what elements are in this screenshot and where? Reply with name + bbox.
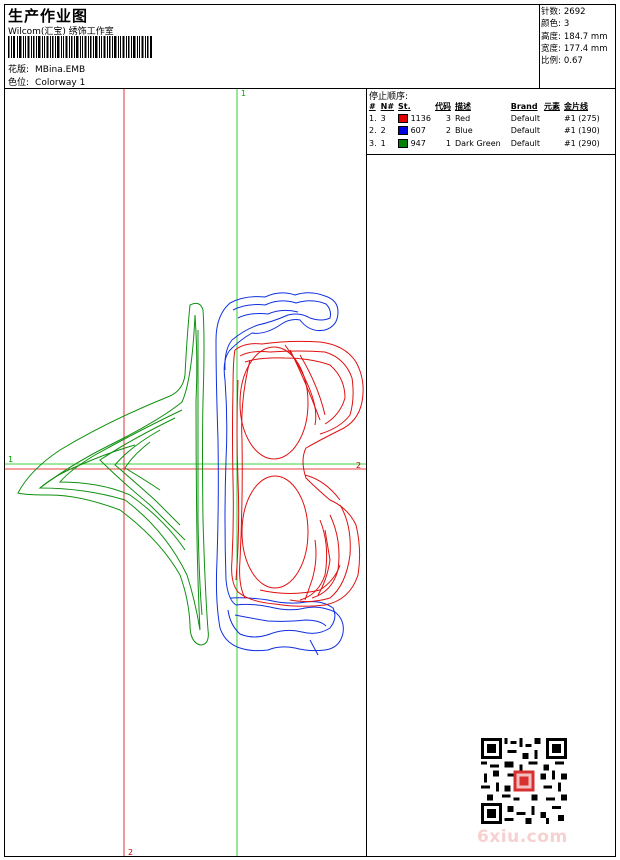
row-index: 1. — [369, 113, 377, 123]
axis-label-h2: 2 — [356, 461, 361, 470]
row-code: 3 — [445, 113, 451, 123]
row-stitch-count: 947 — [410, 138, 426, 148]
row-stitches: 607 — [396, 125, 433, 138]
colorway-label: 色位: — [8, 78, 30, 88]
red-glasses-stitches — [231, 340, 364, 607]
colorway-row: 色位: Colorway 1 — [8, 75, 85, 88]
table-row: 1. 3 1136 3 Red Default #1 (275) — [367, 112, 602, 125]
col-index: # — [369, 101, 376, 111]
width-label: 宽度: — [541, 43, 561, 54]
row-desc: Dark Green — [454, 138, 501, 148]
qr-code — [481, 738, 567, 824]
sequence-divider — [366, 154, 616, 155]
design-value: MBina.EMB — [35, 65, 86, 75]
col-needle: N# — [380, 101, 395, 111]
row-brand: Default — [510, 126, 540, 136]
height-label: 高度: — [541, 31, 561, 42]
watermark: 6xiu.com — [477, 827, 568, 847]
stitches-value: 2692 — [563, 7, 586, 17]
row-element: #1 (190) — [563, 126, 600, 136]
row-stitches: 947 — [396, 137, 433, 150]
row-needle: 1 — [380, 138, 386, 148]
width-value: 177.4 mm — [563, 43, 608, 54]
blue-border-stitches — [215, 292, 344, 656]
axis-label-h1: 1 — [8, 455, 13, 464]
row-element-spacer — [542, 137, 562, 150]
design-name-row: 花版: MBina.EMB — [8, 62, 85, 75]
embroidery-design-canvas: 1 2 1 2 — [5, 89, 366, 856]
col-element: 元素 — [543, 101, 560, 111]
color-swatch — [398, 113, 409, 123]
col-desc: 描述 — [454, 101, 471, 111]
table-header-row: # N# St. 代码 描述 Brand 元素 金片线 — [367, 100, 602, 112]
row-brand: Default — [510, 138, 540, 148]
colors-value: 3 — [563, 19, 570, 30]
height-value: 184.7 mm — [563, 31, 608, 42]
row-element: #1 (290) — [563, 138, 600, 148]
axis-label-v1: 1 — [241, 89, 246, 98]
axis-label-v2: 2 — [128, 848, 133, 856]
table-row: 3. 1 947 1 Dark Green Default #1 (290) — [367, 137, 602, 150]
barcode — [8, 36, 152, 58]
scale-label: 比例: — [541, 56, 561, 67]
green-branch-stitches — [17, 302, 209, 646]
panel-divider — [366, 88, 367, 857]
colorway-value: Colorway 1 — [35, 78, 86, 88]
color-swatch — [398, 138, 409, 148]
stitches-label: 针数: — [541, 7, 561, 17]
design-label: 花版: — [8, 65, 30, 75]
row-brand: Default — [510, 113, 540, 123]
col-sequin: 金片线 — [563, 101, 588, 111]
scale-value: 0.67 — [563, 56, 583, 67]
stats-divider — [539, 4, 540, 88]
color-swatch — [398, 126, 409, 136]
col-code: 代码 — [434, 101, 451, 111]
row-index: 3. — [369, 138, 377, 148]
row-stitch-count: 1136 — [410, 113, 431, 123]
row-desc: Red — [454, 113, 471, 123]
table-row: 2. 2 607 2 Blue Default #1 (190) — [367, 125, 602, 138]
row-desc: Blue — [454, 126, 473, 136]
row-stitch-count: 607 — [410, 126, 426, 136]
row-code: 2 — [445, 126, 451, 136]
row-stitches: 1136 — [396, 112, 433, 125]
row-element-spacer — [542, 112, 562, 125]
page-title: 生产作业图 — [8, 7, 89, 25]
row-code: 1 — [445, 138, 451, 148]
stop-sequence-table: # N# St. 代码 描述 Brand 元素 金片线 1. 3 1136 3 … — [367, 100, 602, 150]
col-stitches: St. — [398, 101, 411, 111]
row-needle: 2 — [380, 126, 386, 136]
stats-panel: 针数: 2692 颜色: 3 高度: 184.7 mm 宽度: 177.4 mm 比例:… — [541, 6, 607, 67]
colors-label: 颜色: — [541, 19, 561, 30]
row-element: #1 (275) — [563, 113, 600, 123]
col-brand: Brand — [510, 101, 538, 111]
row-needle: 3 — [380, 113, 386, 123]
row-element-spacer — [542, 125, 562, 138]
row-index: 2. — [369, 126, 377, 136]
